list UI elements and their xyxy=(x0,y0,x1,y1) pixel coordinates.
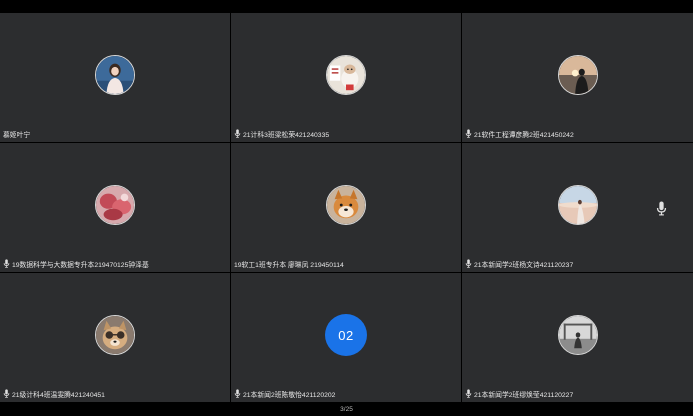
participant-tile[interactable]: 02 21本新闻2班陈敬怡421120202 xyxy=(231,273,461,402)
avatar xyxy=(326,55,366,95)
microphone-icon xyxy=(656,201,667,216)
avatar xyxy=(95,315,135,355)
page-indicator: 3/25 xyxy=(340,406,353,413)
mic-icon xyxy=(3,259,10,268)
avatar xyxy=(557,55,598,95)
participant-name: 21级计科4班温雯腾421240451 xyxy=(3,388,105,399)
participant-name: 21软件工程谭彦腾2班421450242 xyxy=(465,128,574,139)
participant-tile[interactable]: 19软工1班专升本 廖琳凤 219450114 xyxy=(231,143,461,272)
mic-icon xyxy=(465,129,472,138)
participant-tile[interactable]: 慕姬叶宁 xyxy=(0,13,230,142)
participant-tile[interactable]: 21本新闻学2班缪焕莹421120227 xyxy=(462,273,693,402)
participant-name: 21本新闻2班陈敬怡421120202 xyxy=(234,388,335,399)
participant-name: 19软工1班专升本 廖琳凤 219450114 xyxy=(234,261,344,269)
participant-tile[interactable]: 21级计科4班温雯腾421240451 xyxy=(0,273,230,402)
participant-tile[interactable]: 21计科3班梁松荣421240335 xyxy=(231,13,461,142)
avatar xyxy=(326,185,366,225)
avatar-initials-badge: 02 xyxy=(325,314,367,356)
participant-tile[interactable]: 21本新闻学2班杨文诗421120237 xyxy=(462,143,693,272)
mic-icon xyxy=(465,259,472,268)
participant-name: 19数据科学与大数据专升本219470125钟泽基 xyxy=(3,258,149,269)
participant-name: 21本新闻学2班杨文诗421120237 xyxy=(465,258,573,269)
participant-name: 21本新闻学2班缪焕莹421120227 xyxy=(465,388,573,399)
mic-icon xyxy=(3,389,10,398)
participant-tile[interactable]: 19数据科学与大数据专升本219470125钟泽基 xyxy=(0,143,230,272)
participant-name: 21计科3班梁松荣421240335 xyxy=(234,128,329,139)
avatar xyxy=(557,315,598,355)
mic-icon xyxy=(234,389,241,398)
participant-tile[interactable]: 21软件工程谭彦腾2班421450242 xyxy=(462,13,693,142)
meeting-screen: 慕姬叶宁 21计科3班梁松荣421240335 21软件工程谭彦腾2班42145… xyxy=(0,0,693,416)
mic-icon xyxy=(465,389,472,398)
avatar xyxy=(557,185,598,225)
avatar xyxy=(95,55,135,95)
participant-grid: 慕姬叶宁 21计科3班梁松荣421240335 21软件工程谭彦腾2班42145… xyxy=(0,13,693,403)
participant-name: 慕姬叶宁 xyxy=(3,131,31,139)
avatar xyxy=(95,185,135,225)
mic-icon xyxy=(234,129,241,138)
